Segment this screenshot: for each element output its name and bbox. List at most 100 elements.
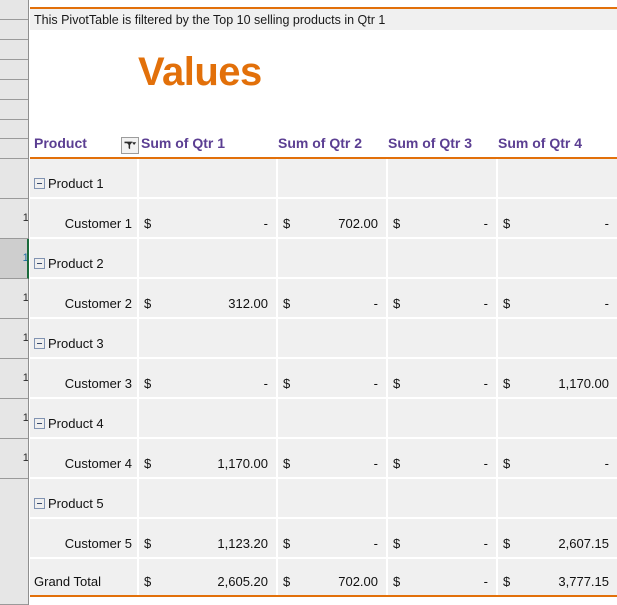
pivot-value-cell-qtr1[interactable]: $ xyxy=(139,479,278,519)
row-header-cell[interactable] xyxy=(0,120,28,139)
row-label: Grand Total xyxy=(34,574,101,589)
row-header-cell[interactable]: 11 xyxy=(0,239,29,279)
column-header-qtr3[interactable]: Sum of Qtr 3 xyxy=(388,128,498,157)
cell-value: - xyxy=(483,574,488,589)
pivot-value-cell-qtr1[interactable]: $ xyxy=(139,239,278,279)
row-header-cell[interactable]: 14 xyxy=(0,359,28,399)
currency-symbol: $ xyxy=(393,376,401,391)
cell-value: - xyxy=(263,216,268,231)
row-header-cell[interactable] xyxy=(0,80,28,100)
row-header-cell[interactable] xyxy=(0,100,28,120)
pivot-value-cell-qtr2[interactable]: $702.00 xyxy=(278,559,388,595)
pivot-value-cell-qtr4[interactable]: $ xyxy=(498,319,617,359)
pivot-value-cell-qtr3[interactable]: $ - xyxy=(388,559,498,595)
pivot-value-cell-qtr1[interactable]: $1,170.00 xyxy=(139,439,278,479)
pivot-value-cell-qtr4[interactable]: $1,170.00 xyxy=(498,359,617,399)
column-header-qtr1[interactable]: Sum of Qtr 1 xyxy=(141,128,281,157)
pivot-value-cell-qtr1[interactable]: $2,605.20 xyxy=(139,559,278,595)
pivot-value-cell-qtr1[interactable]: $ xyxy=(139,159,278,199)
currency-symbol: $ xyxy=(393,536,401,551)
pivot-grand-total-label-cell[interactable]: Grand Total xyxy=(30,559,139,595)
row-header-cell[interactable] xyxy=(0,0,28,20)
pivot-value-cell-qtr2[interactable]: $ - xyxy=(278,279,388,319)
pivot-value-cell-qtr3[interactable]: $ - xyxy=(388,199,498,239)
pivot-customer-cell[interactable]: Customer 2 xyxy=(30,279,139,319)
collapse-minus-icon[interactable] xyxy=(34,418,45,429)
pivot-value-cell-qtr4[interactable]: $2,607.15 xyxy=(498,519,617,559)
pivot-value-cell-qtr1[interactable]: $312.00 xyxy=(139,279,278,319)
row-label: Customer 4 xyxy=(64,456,132,471)
column-header-qtr4[interactable]: Sum of Qtr 4 xyxy=(498,128,613,157)
pivot-header-row: Product Sum of Qtr 1 Sum of Qtr 2 Sum of… xyxy=(30,128,617,159)
pivot-product-cell[interactable]: Product 1 xyxy=(30,159,139,199)
pivot-value-cell-qtr3[interactable]: $ xyxy=(388,399,498,439)
row-header-cell[interactable]: 10 xyxy=(0,199,28,239)
pivot-value-cell-qtr2[interactable]: $702.00 xyxy=(278,199,388,239)
currency-symbol: $ xyxy=(283,376,291,391)
pivot-value-cell-qtr4[interactable]: $ xyxy=(498,399,617,439)
pivot-value-cell-qtr2[interactable]: $ xyxy=(278,399,388,439)
currency-symbol: $ xyxy=(393,574,401,589)
row-header-number: 15 xyxy=(23,413,28,424)
pivot-value-cell-qtr4[interactable]: $ xyxy=(498,239,617,279)
pivot-value-cell-qtr3[interactable]: $ xyxy=(388,319,498,359)
pivot-customer-cell[interactable]: Customer 1 xyxy=(30,199,139,239)
pivot-value-cell-qtr3[interactable]: $ xyxy=(388,159,498,199)
row-header-cell[interactable]: 13 xyxy=(0,319,28,359)
row-header-number: 14 xyxy=(23,373,28,384)
pivot-value-cell-qtr4[interactable]: $ - xyxy=(498,279,617,319)
pivot-value-cell-qtr1[interactable]: $ xyxy=(139,319,278,359)
table-row: Product 4$$$$ xyxy=(30,399,617,439)
pivot-value-cell-qtr2[interactable]: $ - xyxy=(278,519,388,559)
pivot-value-cell-qtr2[interactable]: $ - xyxy=(278,439,388,479)
pivot-product-cell[interactable]: Product 5 xyxy=(30,479,139,519)
pivot-value-cell-qtr4[interactable]: $ xyxy=(498,479,617,519)
pivot-value-cell-qtr3[interactable]: $ xyxy=(388,239,498,279)
pivot-value-cell-qtr3[interactable]: $ - xyxy=(388,279,498,319)
collapse-minus-icon[interactable] xyxy=(34,258,45,269)
collapse-minus-icon[interactable] xyxy=(34,338,45,349)
pivot-value-cell-qtr3[interactable]: $ - xyxy=(388,439,498,479)
collapse-minus-icon[interactable] xyxy=(34,178,45,189)
pivot-product-cell[interactable]: Product 4 xyxy=(30,399,139,439)
row-label: Customer 3 xyxy=(64,376,132,391)
pivot-customer-cell[interactable]: Customer 5 xyxy=(30,519,139,559)
row-header-cell[interactable] xyxy=(0,479,28,605)
row-header-cell[interactable]: 12 xyxy=(0,279,28,319)
pivot-product-cell[interactable]: Product 2 xyxy=(30,239,139,279)
row-header-cell[interactable] xyxy=(0,159,28,199)
pivot-customer-cell[interactable]: Customer 3 xyxy=(30,359,139,399)
spreadsheet-canvas: 10 11 12 13 14 15 16 This PivotTable is filter… xyxy=(0,0,617,605)
cell-value: - xyxy=(373,456,378,471)
pivot-value-cell-qtr2[interactable]: $ xyxy=(278,479,388,519)
pivot-value-cell-qtr1[interactable]: $ - xyxy=(139,199,278,239)
row-header-cell[interactable] xyxy=(0,60,28,80)
pivot-value-cell-qtr4[interactable]: $ - xyxy=(498,439,617,479)
pivot-value-cell-qtr2[interactable]: $ xyxy=(278,159,388,199)
pivot-value-cell-qtr2[interactable]: $ xyxy=(278,319,388,359)
pivot-value-cell-qtr4[interactable]: $3,777.15 xyxy=(498,559,617,595)
pivot-customer-cell[interactable]: Customer 4 xyxy=(30,439,139,479)
column-header-qtr2[interactable]: Sum of Qtr 2 xyxy=(278,128,388,157)
pivot-value-cell-qtr2[interactable]: $ - xyxy=(278,359,388,399)
row-header-cell[interactable] xyxy=(0,20,28,40)
row-header-cell[interactable]: 15 xyxy=(0,399,28,439)
row-header-cell[interactable] xyxy=(0,40,28,60)
pivot-value-cell-qtr4[interactable]: $ - xyxy=(498,199,617,239)
pivot-value-cell-qtr3[interactable]: $ - xyxy=(388,359,498,399)
currency-symbol: $ xyxy=(503,216,511,231)
cell-value: - xyxy=(604,296,609,311)
pivot-value-cell-qtr4[interactable]: $ xyxy=(498,159,617,199)
row-header-number: 11 xyxy=(22,252,28,264)
collapse-minus-icon[interactable] xyxy=(34,498,45,509)
pivot-value-cell-qtr1[interactable]: $ - xyxy=(139,359,278,399)
pivot-value-cell-qtr3[interactable]: $ xyxy=(388,479,498,519)
pivot-value-cell-qtr3[interactable]: $ - xyxy=(388,519,498,559)
pivot-value-cell-qtr1[interactable]: $1,123.20 xyxy=(139,519,278,559)
filter-funnel-icon[interactable] xyxy=(121,137,139,154)
row-header-cell[interactable] xyxy=(0,139,28,159)
pivot-value-cell-qtr1[interactable]: $ xyxy=(139,399,278,439)
pivot-value-cell-qtr2[interactable]: $ xyxy=(278,239,388,279)
row-header-cell[interactable]: 16 xyxy=(0,439,28,479)
pivot-product-cell[interactable]: Product 3 xyxy=(30,319,139,359)
